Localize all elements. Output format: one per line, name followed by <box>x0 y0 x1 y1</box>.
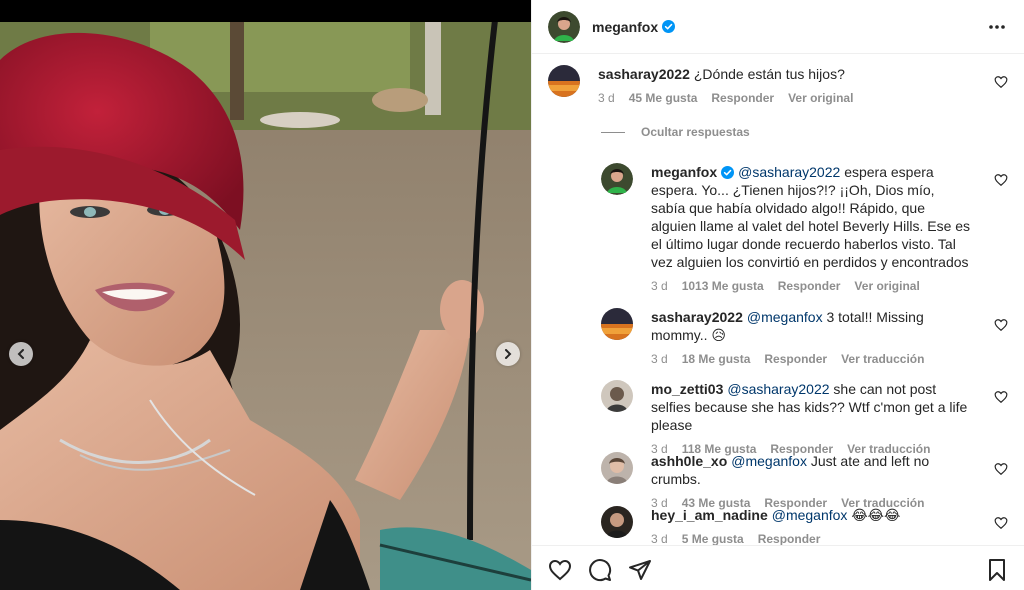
post-details-panel: meganfox sasharay2022 ¿Dónde están tus h… <box>531 0 1024 590</box>
comment-username[interactable]: mo_zetti03 <box>651 381 723 397</box>
commenter-avatar[interactable] <box>601 308 633 340</box>
author-avatar[interactable] <box>548 10 580 43</box>
comment-mention[interactable]: @meganfox <box>772 507 848 523</box>
commenter-avatar[interactable] <box>548 65 580 97</box>
comment-likes[interactable]: 5 Me gusta <box>682 532 744 545</box>
translate-toggle[interactable]: Ver original <box>854 279 919 293</box>
reply-item: sasharay2022 @meganfox 3 total!! Missing … <box>601 308 1008 368</box>
reply-button[interactable]: Responder <box>778 279 841 293</box>
reply-item: mo_zetti03 @sasharay2022 she can not post… <box>601 380 1008 456</box>
comment-meta: 3 d 1013 Me gusta Responder Ver original <box>651 279 972 293</box>
reply-item: hey_i_am_nadine @meganfox 😂😂😂 3 d 5 Me gus… <box>601 506 1008 545</box>
comment-meta: 3 d 5 Me gusta Responder <box>651 532 972 545</box>
comment-username[interactable]: hey_i_am_nadine <box>651 507 768 523</box>
comment-likes[interactable]: 18 Me gusta <box>682 352 751 366</box>
comment-body: hey_i_am_nadine @meganfox 😂😂😂 3 d 5 Me gus… <box>651 506 972 545</box>
commenter-avatar[interactable] <box>601 452 633 484</box>
comment-username[interactable]: meganfox <box>651 164 717 180</box>
comment-likes[interactable]: 45 Me gusta <box>629 91 698 105</box>
instagram-post-view: meganfox sasharay2022 ¿Dónde están tus h… <box>0 0 1024 590</box>
hide-replies-button[interactable]: Ocultar respuestas <box>601 125 750 139</box>
comment-mention[interactable]: @meganfox <box>747 309 823 325</box>
comment-icon[interactable] <box>588 558 612 582</box>
comment-item: sasharay2022 ¿Dónde están tus hijos? 3 d 4… <box>548 65 1008 115</box>
comment-meta: 3 d 45 Me gusta Responder Ver original <box>598 91 978 105</box>
translate-toggle[interactable]: Ver traducción <box>841 352 924 366</box>
more-icon[interactable] <box>987 17 1007 37</box>
heart-icon[interactable] <box>994 462 1008 476</box>
comment-mention[interactable]: @sasharay2022 <box>727 381 829 397</box>
heart-icon[interactable] <box>994 318 1008 332</box>
comment-time[interactable]: 3 d <box>598 91 615 105</box>
comment-text: 😂😂😂 <box>851 507 901 523</box>
comments-list: sasharay2022 ¿Dónde están tus hijos? 3 d4… <box>532 55 1024 545</box>
comment-text-line: mo_zetti03 @sasharay2022 she can not post… <box>651 380 972 434</box>
reply-button[interactable]: Responder <box>758 532 821 545</box>
divider-line <box>601 131 625 133</box>
post-header: meganfox <box>532 0 1024 54</box>
heart-icon[interactable] <box>994 173 1008 187</box>
verified-badge-icon <box>662 20 676 33</box>
previous-photo-button[interactable] <box>9 342 33 366</box>
comment-text-line: meganfox @sasharay2022 espera espera espe… <box>651 163 972 271</box>
comment-username[interactable]: sasharay2022 <box>651 309 743 325</box>
hide-replies-label: Ocultar respuestas <box>641 125 750 139</box>
comment-username[interactable]: sasharay2022 <box>598 66 690 82</box>
commenter-avatar[interactable] <box>601 163 633 195</box>
heart-icon[interactable] <box>548 558 572 582</box>
comment-mention[interactable]: @meganfox <box>731 453 807 469</box>
comment-meta: 3 d 18 Me gusta Responder Ver traducción <box>651 352 972 366</box>
comment-body: ashh0le_xo @meganfox Just ate and left no… <box>651 452 972 510</box>
author-username[interactable]: meganfox <box>592 19 658 35</box>
heart-icon[interactable] <box>994 75 1008 89</box>
photo-image <box>0 0 531 590</box>
comment-body: mo_zetti03 @sasharay2022 she can not post… <box>651 380 972 456</box>
reply-item: ashh0le_xo @meganfox Just ate and left no… <box>601 452 1008 510</box>
reply-item: meganfox @sasharay2022 espera espera espe… <box>601 163 1008 303</box>
next-photo-button[interactable] <box>496 342 520 366</box>
comment-text-line: hey_i_am_nadine @meganfox 😂😂😂 <box>651 506 972 524</box>
comment-time[interactable]: 3 d <box>651 279 668 293</box>
comment-mention[interactable]: @sasharay2022 <box>738 164 840 180</box>
comment-body: sasharay2022 @meganfox 3 total!! Missing … <box>651 308 972 366</box>
commenter-avatar[interactable] <box>601 506 633 538</box>
share-icon[interactable] <box>628 558 652 582</box>
translate-toggle[interactable]: Ver original <box>788 91 853 105</box>
bookmark-icon[interactable] <box>985 558 1009 582</box>
comment-text-line: sasharay2022 ¿Dónde están tus hijos? <box>598 65 978 83</box>
comment-body: meganfox @sasharay2022 espera espera espe… <box>651 163 972 293</box>
comment-time[interactable]: 3 d <box>651 352 668 366</box>
post-action-bar <box>532 545 1024 590</box>
comment-time[interactable]: 3 d <box>651 532 668 545</box>
chevron-right-icon <box>505 349 512 359</box>
comment-body: sasharay2022 ¿Dónde están tus hijos? 3 d 4… <box>598 65 978 105</box>
heart-icon[interactable] <box>994 390 1008 404</box>
verified-badge-icon <box>721 166 735 179</box>
commenter-avatar[interactable] <box>601 380 633 412</box>
reply-button[interactable]: Responder <box>764 352 827 366</box>
heart-icon[interactable] <box>994 516 1008 530</box>
comment-likes[interactable]: 1013 Me gusta <box>682 279 764 293</box>
comment-text-line: ashh0le_xo @meganfox Just ate and left no… <box>651 452 972 488</box>
chevron-left-icon <box>17 349 24 359</box>
comment-text: ¿Dónde están tus hijos? <box>693 66 845 82</box>
post-photo <box>0 0 531 590</box>
reply-button[interactable]: Responder <box>711 91 774 105</box>
comment-username[interactable]: ashh0le_xo <box>651 453 727 469</box>
comment-text-line: sasharay2022 @meganfox 3 total!! Missing … <box>651 308 972 344</box>
